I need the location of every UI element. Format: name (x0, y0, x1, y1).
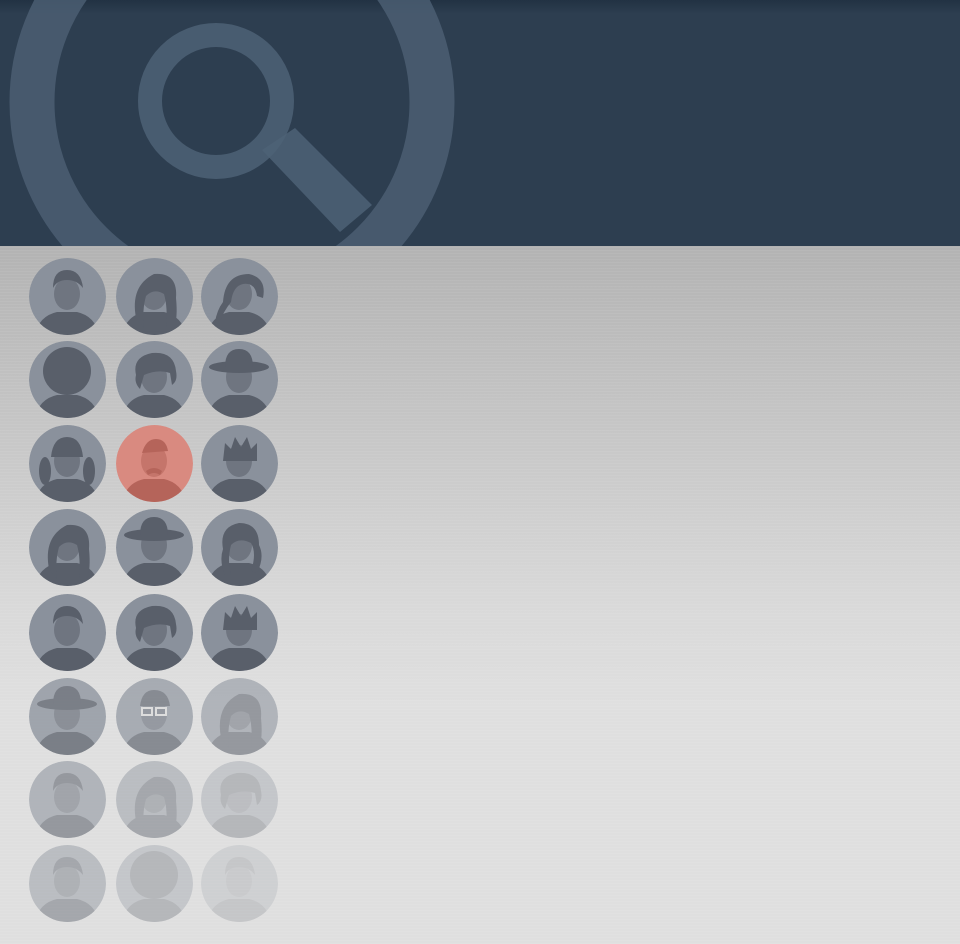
curly-hair-child-avatar-icon[interactable] (116, 845, 193, 922)
avatar-silhouette-icon (116, 425, 193, 502)
avatar-silhouette-icon (201, 761, 278, 838)
avatar-silhouette-icon (116, 761, 193, 838)
long-hair-profile-avatar-icon[interactable] (201, 678, 278, 755)
avatar-silhouette-icon (116, 341, 193, 418)
avatar-silhouette-icon (29, 761, 106, 838)
avatar-silhouette-icon (116, 678, 193, 755)
magnifier-in-circle-icon (9, 0, 455, 246)
spiky-hair-avatar-icon[interactable] (201, 425, 278, 502)
wavy-hair-woman-avatar-icon[interactable] (201, 509, 278, 586)
ponytail-profile-avatar-icon[interactable] (201, 258, 278, 335)
bearded-man-avatar-icon[interactable] (29, 258, 106, 335)
short-hair-man-avatar-icon[interactable] (29, 594, 106, 671)
avatar-silhouette-icon (201, 341, 278, 418)
avatar-silhouette-icon (29, 845, 106, 922)
hat-goatee-man-avatar-icon[interactable] (116, 509, 193, 586)
afro-woman-avatar-icon[interactable] (29, 341, 106, 418)
header-banner (0, 0, 960, 246)
avatar-silhouette-icon (201, 258, 278, 335)
avatar-silhouette-icon (116, 594, 193, 671)
avatar-silhouette-icon (29, 509, 106, 586)
avatar-silhouette-icon (201, 509, 278, 586)
avatar-silhouette-icon (116, 258, 193, 335)
fedora-man-avatar-icon[interactable] (201, 341, 278, 418)
avatar-silhouette-icon (29, 425, 106, 502)
avatar-silhouette-icon (116, 845, 193, 922)
woman-with-phone-avatar-icon[interactable] (116, 761, 193, 838)
quiff-man-avatar-icon[interactable] (201, 594, 278, 671)
avatar-silhouette-icon (29, 678, 106, 755)
avatar-silhouette-icon (201, 845, 278, 922)
long-straight-hair-woman-avatar-icon[interactable] (29, 509, 106, 586)
faded-avatar-icon[interactable] (201, 845, 278, 922)
avatar-silhouette-icon (201, 425, 278, 502)
messy-hair-avatar-icon[interactable] (201, 761, 278, 838)
long-haired-woman-avatar-icon[interactable] (116, 258, 193, 335)
short-hair-boy-avatar-icon[interactable] (29, 761, 106, 838)
curly-hair-avatar-icon[interactable] (116, 341, 193, 418)
avatar-silhouette-icon (201, 594, 278, 671)
avatar-silhouette-icon (201, 678, 278, 755)
pigtails-girl-avatar-icon[interactable] (29, 425, 106, 502)
curly-hair-woman-avatar-icon[interactable] (116, 594, 193, 671)
avatar-silhouette-icon (29, 258, 106, 335)
avatar-silhouette-icon (29, 341, 106, 418)
smiling-man-avatar-icon[interactable] (29, 845, 106, 922)
avatar-grid (29, 258, 281, 926)
avatar-silhouette-icon (116, 509, 193, 586)
cowboy-hat-avatar-icon[interactable] (29, 678, 106, 755)
glasses-man-avatar-icon[interactable] (116, 678, 193, 755)
avatar-silhouette-icon (29, 594, 106, 671)
balding-mustache-man-avatar-icon[interactable] (116, 425, 193, 502)
